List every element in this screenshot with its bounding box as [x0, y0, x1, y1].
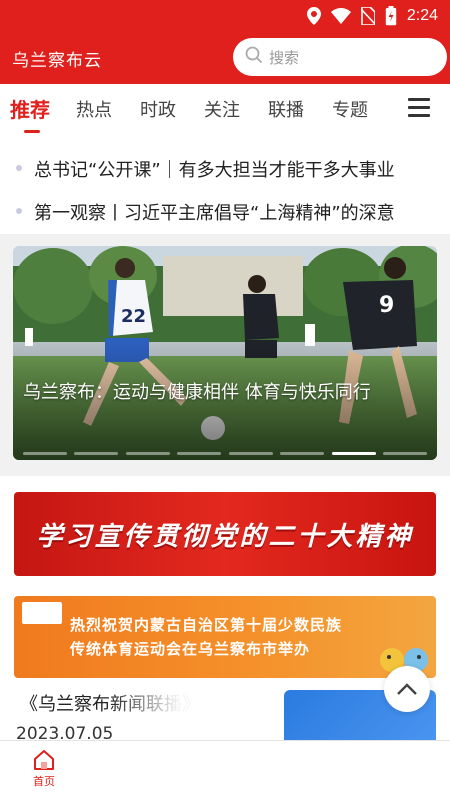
carousel-dot[interactable] [280, 452, 325, 455]
bullet-dot [16, 208, 22, 214]
banner-line-2: 传统体育运动会在乌兰察布市举办 [70, 640, 311, 658]
location-icon [306, 7, 321, 25]
tab-broadcast[interactable]: 联播 [268, 96, 304, 122]
games-logo [22, 602, 62, 624]
carousel-dot[interactable] [382, 452, 427, 455]
headline-text: 第一观察丨习近平主席倡导“上海精神”的深意 [34, 203, 395, 224]
hero-caption: 乌兰察布：运动与健康相伴 体育与快乐同行 [23, 382, 371, 403]
bullet-dot [16, 165, 22, 171]
carousel-dot[interactable] [228, 452, 273, 455]
search-icon [245, 46, 263, 68]
status-bar: 2:24 [0, 0, 450, 32]
wifi-icon [330, 8, 351, 24]
tab-recommend[interactable]: 推荐 [10, 94, 50, 123]
headline-item[interactable]: 总书记“公开课”｜有多大担当才能干多大事业 [0, 150, 450, 186]
headline-item[interactable]: 第一观察丨习近平主席倡导“上海精神”的深意 [0, 193, 450, 229]
carousel-indicator [23, 452, 427, 455]
search-input[interactable]: 搜索 [233, 38, 447, 76]
carousel-dot[interactable] [177, 452, 222, 455]
sports-games-banner[interactable]: 热烈祝贺内蒙古自治区第十届少数民族 传统体育运动会在乌兰察布市举办 [14, 596, 436, 678]
carousel-dot[interactable] [74, 452, 119, 455]
chevron-up-icon [397, 683, 417, 695]
status-time: 2:24 [406, 7, 438, 24]
tab-topics[interactable]: 专题 [332, 96, 368, 122]
nav-home[interactable]: 首页 [22, 749, 66, 789]
carousel-dot[interactable] [125, 452, 170, 455]
headline-text: 总书记“公开课”｜有多大担当才能干多大事业 [34, 160, 395, 181]
banner-text: 学习宣传贯彻党的二十大精神 [36, 521, 414, 552]
menu-icon[interactable] [408, 98, 430, 118]
nav-home-label: 首页 [33, 775, 55, 788]
hero-carousel[interactable]: 22 9 乌兰察布：运动与健康相伴 体育与快乐同行 [13, 246, 437, 460]
no-sim-icon [360, 7, 375, 25]
home-icon [34, 750, 54, 770]
app-header: 乌兰察布云 搜索 [0, 32, 450, 84]
loading-overlay [110, 688, 280, 748]
active-tab-indicator [24, 130, 40, 133]
app-title: 乌兰察布云 [12, 50, 102, 71]
tab-follow[interactable]: 关注 [204, 96, 240, 122]
bottom-navigation: 首页 [0, 740, 450, 800]
banner-line-1: 热烈祝贺内蒙古自治区第十届少数民族 [70, 616, 343, 634]
category-tabs: 推荐 热点 时政 关注 联播 专题 [0, 86, 450, 132]
tab-politics[interactable]: 时政 [140, 96, 176, 122]
search-placeholder: 搜索 [269, 48, 300, 67]
jersey-number-9: 9 [379, 293, 394, 318]
battery-icon [385, 6, 397, 26]
scroll-to-top-button[interactable] [384, 666, 430, 712]
jersey-number-22: 22 [121, 306, 146, 327]
party-congress-banner[interactable]: 学习宣传贯彻党的二十大精神 [14, 492, 436, 576]
carousel-dot[interactable] [331, 452, 376, 455]
carousel-dot[interactable] [23, 452, 67, 455]
tab-hot[interactable]: 热点 [76, 96, 112, 122]
